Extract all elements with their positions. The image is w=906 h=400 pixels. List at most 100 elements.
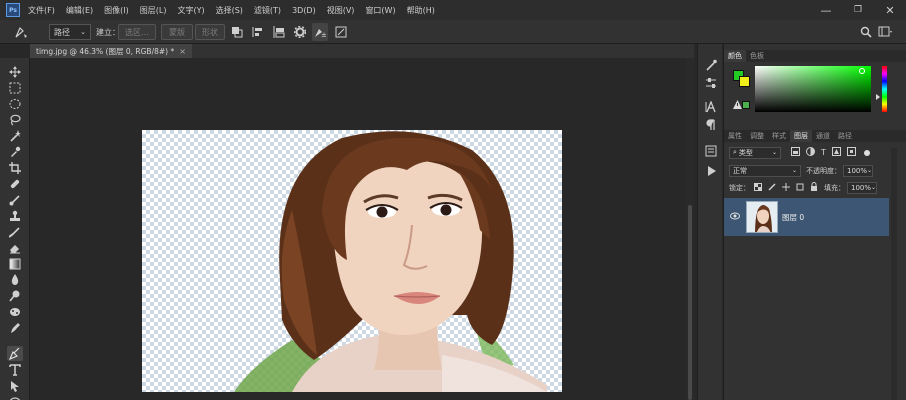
gradient-tool-icon[interactable] (7, 256, 23, 271)
layer-thumbnail[interactable] (746, 201, 778, 233)
tab-channels[interactable]: 通道 (812, 130, 834, 142)
path-alignment-icon[interactable] (252, 23, 264, 41)
shape-filter-icon[interactable] (831, 147, 841, 158)
lock-artboard-icon[interactable] (796, 183, 804, 193)
pen-tool-preset-icon[interactable] (14, 23, 30, 41)
smudge-tool-icon[interactable] (7, 320, 23, 335)
close-tab-icon[interactable]: × (179, 47, 186, 56)
blend-mode-select[interactable]: 正常 ⌄ (729, 164, 801, 177)
type-tool-icon[interactable] (7, 362, 23, 377)
layers-scrollbar[interactable] (891, 148, 897, 400)
menu-type[interactable]: 文字(Y) (177, 5, 204, 16)
workspace-icon[interactable] (878, 23, 892, 41)
make-mask-button[interactable]: 蒙版 (161, 24, 193, 40)
ellipse-shape-tool-icon[interactable] (7, 392, 23, 400)
menu-window[interactable]: 窗口(W) (365, 5, 395, 16)
type-filter-icon[interactable]: T (821, 148, 826, 157)
auto-add-delete-icon[interactable]: ± (312, 23, 328, 41)
layer-row[interactable]: 图层 0 (724, 198, 889, 236)
menu-filter[interactable]: 滤镜(T) (254, 5, 281, 16)
play-actions-icon[interactable] (703, 164, 719, 178)
menu-3d[interactable]: 3D(D) (292, 6, 316, 15)
canvas-area[interactable] (30, 58, 686, 400)
eye-icon[interactable] (730, 212, 740, 222)
hue-slider[interactable] (882, 66, 887, 112)
layer-name[interactable]: 图层 0 (782, 212, 804, 223)
menu-image[interactable]: 图像(I) (104, 5, 129, 16)
marquee-tool-icon[interactable] (7, 80, 23, 95)
blend-opacity-row: 正常 ⌄ 不透明度： 100% ⌄ (724, 162, 906, 179)
brush-tool-icon[interactable] (7, 192, 23, 207)
magic-wand-tool-icon[interactable] (7, 128, 23, 143)
color-picker-cursor[interactable] (859, 68, 865, 74)
blend-mode-value: 正常 (733, 166, 747, 175)
pen-tool-icon[interactable] (7, 346, 23, 361)
search-icon[interactable] (860, 23, 872, 41)
lock-transparency-icon[interactable] (754, 182, 762, 193)
paragraph-panel-icon[interactable] (703, 118, 719, 132)
portrait-image (234, 131, 547, 392)
color-picker-field[interactable] (755, 66, 871, 112)
layer-kind-filter[interactable]: ⌕ 类型 ⌄ (729, 146, 781, 159)
opacity-input[interactable]: 100% ⌄ (843, 164, 873, 177)
history-panel-icon[interactable] (703, 58, 719, 72)
path-selection-tool-icon[interactable] (7, 378, 23, 393)
document-canvas[interactable] (142, 130, 562, 392)
menu-file[interactable]: 文件(F) (28, 5, 55, 16)
lock-all-icon[interactable] (810, 182, 818, 193)
lock-position-icon[interactable] (782, 182, 790, 193)
menu-layer[interactable]: 图层(L) (140, 5, 167, 16)
pixel-filter-icon[interactable] (791, 147, 800, 158)
restore-button[interactable]: ❐ (842, 0, 874, 20)
smart-object-filter-icon[interactable] (846, 147, 856, 158)
tab-properties[interactable]: 属性 (724, 130, 746, 142)
tab-paths[interactable]: 路径 (834, 130, 856, 142)
opacity-label: 不透明度： (806, 166, 841, 175)
clone-stamp-tool-icon[interactable] (7, 208, 23, 223)
elliptical-marquee-tool-icon[interactable] (7, 96, 23, 111)
menu-help[interactable]: 帮助(H) (407, 5, 435, 16)
healing-brush-tool-icon[interactable] (7, 176, 23, 191)
tab-styles[interactable]: 样式 (768, 130, 790, 142)
hue-slider-handle[interactable] (876, 94, 880, 100)
tab-color[interactable]: 颜色 (724, 50, 746, 62)
lasso-tool-icon[interactable] (7, 112, 23, 127)
sponge-tool-icon[interactable] (7, 304, 23, 319)
move-tool-icon[interactable] (7, 64, 23, 79)
tab-layers[interactable]: 图层 (790, 130, 812, 142)
character-panel-icon[interactable] (703, 100, 719, 114)
minimize-button[interactable]: — (810, 0, 842, 20)
menu-select[interactable]: 选择(S) (216, 5, 243, 16)
path-arrangement-icon[interactable] (273, 23, 285, 41)
tab-swatches[interactable]: 色板 (746, 50, 768, 62)
warning-icon[interactable] (733, 100, 742, 111)
history-brush-tool-icon[interactable] (7, 224, 23, 239)
crop-tool-icon[interactable] (7, 160, 23, 175)
eraser-tool-icon[interactable] (7, 240, 23, 255)
adjustment-filter-icon[interactable] (806, 147, 815, 158)
menu-edit[interactable]: 编辑(E) (66, 5, 93, 16)
document-tab-bar: timg.jpg @ 46.3% (图层 0, RGB/8#) * × (30, 44, 694, 58)
menu-view[interactable]: 视图(V) (327, 5, 355, 16)
path-options-icon[interactable] (335, 23, 347, 41)
close-button[interactable]: ✕ (874, 0, 906, 20)
options-bar: 路径 ⌄ 建立： 选区… 蒙版 形状 ± (0, 20, 906, 44)
path-operations-icon[interactable] (231, 23, 243, 41)
gear-icon[interactable] (294, 23, 306, 41)
make-selection-button[interactable]: 选区… (118, 24, 156, 40)
canvas-scrollbar-thumb[interactable] (688, 205, 692, 400)
tab-adjustments[interactable]: 调整 (746, 130, 768, 142)
make-shape-button[interactable]: 形状 (195, 24, 225, 40)
pen-mode-select[interactable]: 路径 ⌄ (49, 24, 91, 40)
properties-panel-icon[interactable] (703, 144, 719, 158)
dodge-tool-icon[interactable] (7, 288, 23, 303)
fill-input[interactable]: 100% ⌄ (847, 181, 877, 194)
lock-image-icon[interactable] (768, 182, 776, 193)
background-color-swatch[interactable] (739, 76, 750, 87)
web-safe-color-swatch[interactable] (742, 101, 750, 109)
eyedropper-tool-icon[interactable] (7, 144, 23, 159)
document-tab[interactable]: timg.jpg @ 46.3% (图层 0, RGB/8#) * × (30, 44, 192, 58)
blur-tool-icon[interactable] (7, 272, 23, 287)
filter-toggle-icon[interactable] (863, 149, 870, 156)
adjustments-panel-icon[interactable] (703, 76, 719, 90)
